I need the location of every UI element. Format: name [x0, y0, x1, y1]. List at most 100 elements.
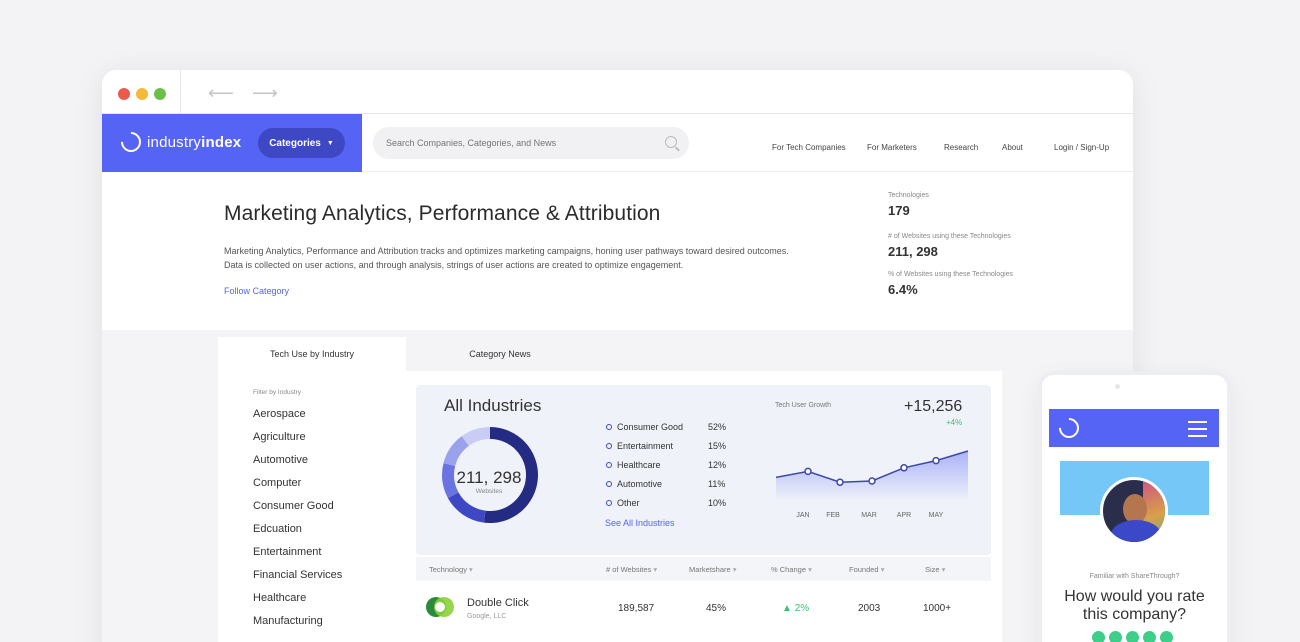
industry-item[interactable]: Computer: [253, 477, 301, 489]
rating-dot[interactable]: [1109, 631, 1122, 642]
column-header-technology[interactable]: Technology: [429, 565, 473, 574]
browser-chrome: ⟵ ⟶: [102, 70, 1133, 114]
top-nav: industryindex Categories ▼ For Tech Comp…: [102, 114, 1133, 172]
growth-point: [868, 477, 876, 485]
founded-value: 2003: [858, 603, 881, 614]
category-header: Marketing Analytics, Performance & Attri…: [102, 172, 1133, 330]
legend-dot-icon: [606, 443, 612, 449]
mobile-nav: [1049, 409, 1219, 447]
column-header-websites[interactable]: # of Websites: [606, 565, 657, 574]
column-header-marketshare[interactable]: Marketshare: [689, 565, 737, 574]
legend-item[interactable]: Healthcare: [606, 460, 661, 470]
technology-company: Google, LLC: [467, 613, 507, 620]
stat-value-technologies: 179: [888, 203, 910, 218]
growth-value: +15,256: [904, 398, 963, 415]
follow-category-link[interactable]: Follow Category: [224, 286, 289, 296]
industry-item[interactable]: Consumer Good: [253, 500, 334, 512]
stat-value-percent: 6.4%: [888, 282, 918, 297]
donut-total: 211, 298: [456, 468, 522, 487]
rating-dot[interactable]: [1160, 631, 1173, 642]
close-window-button[interactable]: [118, 88, 130, 100]
back-arrow-icon[interactable]: ⟵: [208, 83, 234, 104]
legend-dot-icon: [606, 424, 612, 430]
nav-link-research[interactable]: Research: [944, 143, 978, 152]
legend-percent: 12%: [708, 460, 727, 470]
table-row[interactable]: Double Click Google, LLC 189,587 45% ▲ 2…: [416, 581, 991, 633]
industry-panel: Tech Use by Industry Category News Filte…: [218, 337, 1002, 642]
donut-slice-entertainment: [447, 492, 486, 523]
category-description: Marketing Analytics, Performance and Att…: [224, 246, 789, 270]
legend-item[interactable]: Other: [606, 498, 640, 508]
double-click-logo-icon: [426, 597, 454, 617]
stat-label-percent: % of Websites using these Technologies: [888, 271, 1014, 278]
legend-dot-icon: [606, 462, 612, 468]
maximize-window-button[interactable]: [154, 88, 166, 100]
legend-name: Other: [617, 498, 640, 508]
technology-name[interactable]: Double Click: [467, 597, 529, 609]
industry-item[interactable]: Financial Services: [253, 569, 342, 581]
donut-slice-automotive: [443, 436, 469, 467]
nav-link-marketers[interactable]: For Marketers: [867, 143, 917, 152]
rating-dot[interactable]: [1143, 631, 1156, 642]
rating-dot[interactable]: [1092, 631, 1105, 642]
trend-up-icon: ▲: [782, 603, 795, 614]
logo-suffix: index: [201, 133, 242, 151]
tab-tech-use-by-industry[interactable]: Tech Use by Industry: [218, 337, 406, 371]
legend-name: Healthcare: [617, 460, 661, 470]
industry-item[interactable]: Automotive: [253, 454, 308, 466]
rating-dot[interactable]: [1126, 631, 1139, 642]
industry-item[interactable]: Aerospace: [253, 408, 306, 420]
industry-item[interactable]: Agriculture: [253, 431, 306, 443]
column-header-size[interactable]: Size: [925, 565, 945, 574]
industry-item[interactable]: Manufacturing: [253, 615, 323, 627]
legend-item[interactable]: Consumer Good: [606, 422, 683, 432]
stat-label-technologies: Technologies: [888, 192, 929, 199]
hamburger-menu-icon[interactable]: [1188, 421, 1207, 442]
growth-point: [900, 464, 908, 472]
mobile-question: How would you rate this company?: [1064, 588, 1205, 623]
growth-area: [776, 451, 968, 499]
tab-bar: Tech Use by Industry Category News: [218, 337, 1002, 371]
legend-dot-icon: [606, 481, 612, 487]
caret-down-icon: ▼: [326, 139, 334, 147]
legend-dot-icon: [606, 500, 612, 506]
nav-link-about[interactable]: About: [1002, 143, 1023, 152]
legend-name: Automotive: [617, 479, 663, 489]
industry-index-logo[interactable]: industryindex: [116, 127, 242, 157]
filter-label: Filter by Industry: [253, 389, 302, 396]
x-tick-label: MAY: [929, 512, 944, 519]
chrome-divider: [180, 70, 181, 114]
stat-value-websites: 211, 298: [888, 244, 938, 259]
industry-item[interactable]: Healthcare: [253, 592, 306, 604]
logo-icon: [116, 127, 146, 157]
column-header-founded[interactable]: Founded: [849, 565, 884, 574]
column-header-change[interactable]: % Change: [771, 565, 812, 574]
nav-link-tech-companies[interactable]: For Tech Companies: [772, 143, 846, 152]
x-tick-label: MAR: [861, 512, 877, 519]
logo-prefix: industry: [147, 133, 202, 151]
nav-link-login[interactable]: Login / Sign-Up: [1054, 143, 1109, 152]
search-bar: [373, 127, 689, 159]
legend-item[interactable]: Automotive: [606, 479, 662, 489]
legend-percent: 10%: [708, 498, 727, 508]
categories-button[interactable]: Categories ▼: [258, 128, 345, 158]
search-icon[interactable]: [665, 136, 677, 148]
mobile-question-caption: Familiar with ShareThrough?: [1089, 573, 1180, 580]
phone-camera: [1115, 384, 1120, 389]
card-title: All Industries: [444, 396, 542, 415]
legend-percent: 15%: [708, 441, 727, 451]
x-tick-label: FEB: [826, 512, 840, 519]
legend-item[interactable]: Entertainment: [606, 441, 673, 451]
table-header: Technology # of Websites Marketshare % C…: [416, 557, 991, 581]
industry-item[interactable]: Entertainment: [253, 546, 321, 558]
see-all-industries-link[interactable]: See All Industries: [605, 518, 675, 528]
content-area: Tech Use by Industry Category News Filte…: [102, 330, 1133, 642]
search-input[interactable]: [386, 138, 656, 148]
tab-category-news[interactable]: Category News: [406, 337, 594, 371]
industry-item[interactable]: Edcuation: [253, 523, 302, 535]
x-tick-label: JAN: [796, 512, 809, 519]
forward-arrow-icon[interactable]: ⟶: [252, 83, 278, 104]
minimize-window-button[interactable]: [136, 88, 148, 100]
legend-name: Consumer Good: [617, 422, 684, 432]
logo-icon[interactable]: [1054, 413, 1084, 443]
